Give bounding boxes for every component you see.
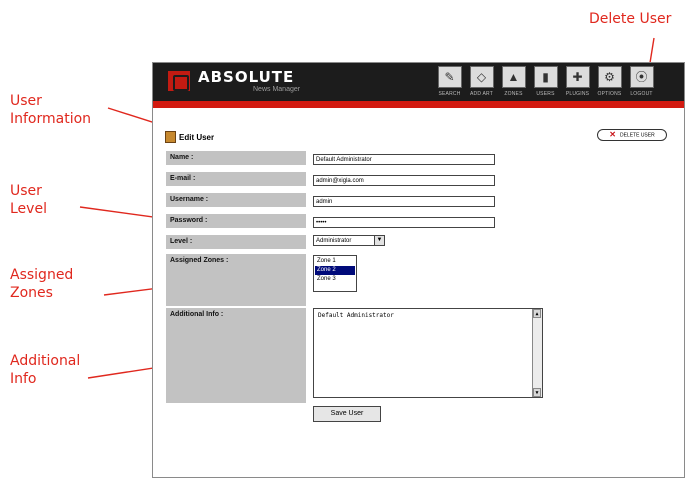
app-header: ABSOLUTE News Manager ✎ SEARCH ◇ ADD ART… — [153, 63, 684, 101]
toolbar-nav: ✎ SEARCH ◇ ADD ART ▲ ZONES ▮ USERS ✚ PLU… — [435, 66, 659, 97]
chevron-down-icon[interactable]: ▼ — [374, 236, 384, 245]
logo-icon — [168, 71, 190, 91]
page-title: Edit User — [179, 132, 215, 142]
email-field[interactable]: admin@xigla.com — [313, 175, 495, 186]
app-window: ABSOLUTE News Manager ✎ SEARCH ◇ ADD ART… — [152, 62, 685, 478]
scroll-up-icon[interactable]: ▲ — [533, 309, 541, 318]
user-edit-icon — [165, 131, 176, 143]
plugins-icon: ✚ — [565, 66, 590, 88]
nav-label: ADD ART — [470, 91, 493, 97]
textarea-scrollbar[interactable]: ▲ ▼ — [532, 309, 542, 397]
level-value: Administrator — [316, 238, 352, 244]
name-label: Name : — [166, 151, 306, 165]
zones-listbox[interactable]: Zone 1 Zone 2 Zone 3 — [313, 255, 357, 292]
user-information-callout: User Information — [10, 93, 92, 127]
password-field[interactable]: ••••• — [313, 217, 495, 228]
page-title-row: Edit User — [165, 131, 214, 143]
logout-icon: ⦿ — [629, 66, 654, 88]
additional-info-text: Default Administrator — [318, 312, 394, 319]
user-level-callout: User Level — [10, 183, 47, 217]
nav-search[interactable]: ✎ SEARCH — [435, 66, 464, 97]
additional-info-callout: Additional Info — [10, 353, 81, 387]
logo-subtitle: News Manager — [253, 86, 301, 93]
level-select[interactable]: Administrator ▼ — [313, 235, 385, 246]
nav-users[interactable]: ▮ USERS — [531, 66, 560, 97]
username-field[interactable]: admin — [313, 196, 495, 207]
header-stripe — [153, 101, 684, 108]
scroll-down-icon[interactable]: ▼ — [533, 388, 541, 397]
password-label: Password : — [166, 214, 306, 228]
name-field[interactable]: Default Administrator — [313, 154, 495, 165]
logo-title: ABSOLUTE — [198, 68, 295, 86]
close-icon: ✕ — [609, 130, 616, 139]
zone-option[interactable]: Zone 1 — [315, 257, 355, 266]
nav-add-article[interactable]: ◇ ADD ART — [467, 66, 496, 97]
nav-logout[interactable]: ⦿ LOGOUT — [627, 66, 656, 97]
users-icon: ▮ — [533, 66, 558, 88]
options-icon: ⚙ — [597, 66, 622, 88]
level-label: Level : — [166, 235, 306, 249]
add-article-icon: ◇ — [469, 66, 494, 88]
email-label: E-mail : — [166, 172, 306, 186]
nav-label: OPTIONS — [597, 91, 622, 97]
additional-info-label: Additional Info : — [166, 308, 306, 403]
nav-label: SEARCH — [438, 91, 461, 97]
nav-options[interactable]: ⚙ OPTIONS — [595, 66, 624, 97]
zones-label: Assigned Zones : — [166, 254, 306, 306]
delete-user-label: DELETE USER — [619, 132, 655, 139]
nav-label: ZONES — [504, 91, 523, 97]
delete-user-callout: Delete User — [589, 11, 672, 27]
zone-option[interactable]: Zone 3 — [315, 275, 355, 284]
delete-user-button[interactable]: ✕ DELETE USER — [597, 129, 667, 141]
save-user-button[interactable]: Save User — [313, 406, 381, 422]
nav-zones[interactable]: ▲ ZONES — [499, 66, 528, 97]
nav-label: USERS — [536, 91, 555, 97]
nav-label: PLUGINS — [565, 91, 590, 97]
username-label: Username : — [166, 193, 306, 207]
assigned-zones-callout: Assigned Zones — [10, 267, 74, 301]
zones-icon: ▲ — [501, 66, 526, 88]
zone-option-selected[interactable]: Zone 2 — [315, 266, 355, 275]
additional-info-textarea[interactable]: Default Administrator ▲ ▼ — [313, 308, 543, 398]
nav-plugins[interactable]: ✚ PLUGINS — [563, 66, 592, 97]
nav-label: LOGOUT — [630, 91, 653, 97]
search-icon: ✎ — [437, 66, 462, 88]
